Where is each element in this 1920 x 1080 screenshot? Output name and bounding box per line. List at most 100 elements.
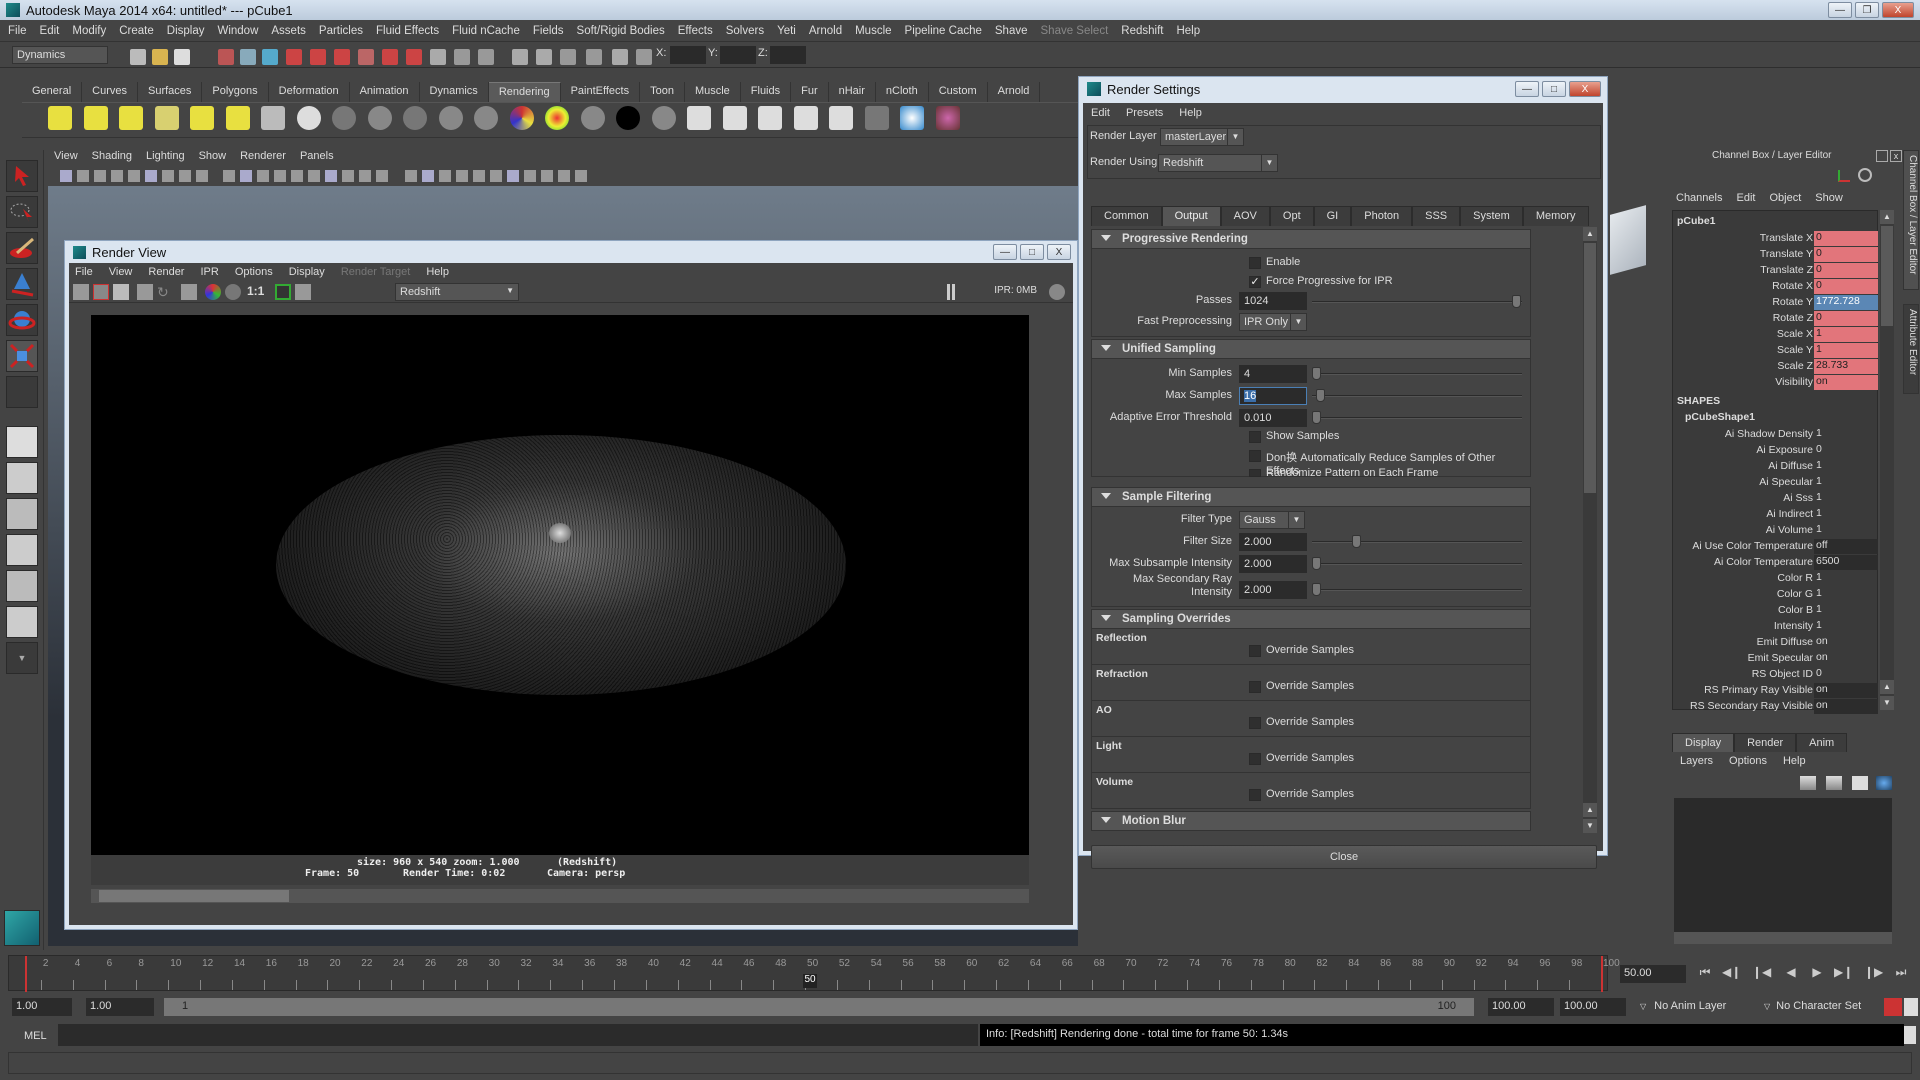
menu-window[interactable]: Window: [217, 25, 258, 37]
layer-menu-help[interactable]: Help: [1783, 755, 1806, 767]
tab-photon[interactable]: Photon: [1351, 206, 1413, 226]
min-samples-slider[interactable]: [1312, 367, 1522, 380]
menu-assets[interactable]: Assets: [271, 25, 306, 37]
channel-box-scrollbar[interactable]: ▲ ▲ ▼: [1880, 210, 1894, 710]
channel-value[interactable]: 1: [1814, 343, 1878, 358]
x-field[interactable]: [670, 46, 706, 64]
viewport-tool-icon[interactable]: [507, 170, 519, 182]
status-line-tool-icon[interactable]: [430, 49, 446, 65]
shelf-tab-general[interactable]: General: [22, 82, 83, 102]
menu-effects[interactable]: Effects: [678, 25, 713, 37]
menu-arnold[interactable]: Arnold: [809, 25, 842, 37]
adaptive-error-threshold-slider[interactable]: [1312, 411, 1522, 424]
show-samples-checkbox[interactable]: [1249, 431, 1261, 443]
menu-shave-select[interactable]: Shave Select: [1041, 25, 1109, 37]
shelf-tab-painteffects[interactable]: PaintEffects: [561, 82, 641, 102]
rv-menu-file[interactable]: File: [75, 266, 93, 278]
status-line-tool-icon[interactable]: [240, 49, 256, 65]
rv-minimize-button[interactable]: —: [993, 244, 1017, 260]
shape-attr-row[interactable]: Ai Indirect 1: [1673, 507, 1879, 523]
shape-attr-value[interactable]: 1: [1814, 491, 1878, 506]
section-motion-blur[interactable]: Motion Blur: [1091, 811, 1531, 831]
rv-menu-display[interactable]: Display: [289, 266, 325, 278]
status-line-tool-icon[interactable]: [262, 49, 278, 65]
viewport-tool-icon[interactable]: [342, 170, 354, 182]
menu-particles[interactable]: Particles: [319, 25, 363, 37]
play-forwards-icon[interactable]: ▶: [1808, 965, 1826, 983]
tab-aov[interactable]: AOV: [1220, 206, 1270, 226]
slider-handle[interactable]: [1512, 295, 1521, 308]
override-samples-checkbox[interactable]: [1249, 717, 1261, 729]
step-back-key-icon[interactable]: ❙◀: [1752, 965, 1771, 983]
channel-value[interactable]: 0: [1814, 279, 1878, 294]
rv-menu-render[interactable]: Render: [148, 266, 184, 278]
move-tool-icon[interactable]: [6, 268, 38, 300]
shape-attr-row[interactable]: Ai Volume 1: [1673, 523, 1879, 539]
override-samples-checkbox[interactable]: [1249, 645, 1261, 657]
status-line-tool-icon[interactable]: [512, 49, 528, 65]
paint-select-tool-icon[interactable]: [6, 232, 38, 264]
tab-system[interactable]: System: [1460, 206, 1523, 226]
shape-attr-value[interactable]: 0: [1814, 667, 1878, 682]
fast-preprocessing-dropdown[interactable]: IPR Only ▼: [1239, 313, 1307, 331]
slider-handle[interactable]: [1312, 367, 1321, 380]
channel-row[interactable]: Rotate X0: [1673, 279, 1879, 295]
view-cube[interactable]: [1610, 205, 1646, 275]
shelf-tab-fur[interactable]: Fur: [791, 82, 829, 102]
max-subsample-intensity-field[interactable]: 2.000: [1239, 555, 1307, 573]
viewport-tool-icon[interactable]: [422, 170, 434, 182]
ipr-render-icon[interactable]: [137, 284, 153, 300]
viewport-menu-renderer[interactable]: Renderer: [240, 150, 286, 168]
menu-yeti[interactable]: Yeti: [777, 25, 796, 37]
menu-muscle[interactable]: Muscle: [855, 25, 891, 37]
scroll-down-icon[interactable]: ▼: [1880, 696, 1894, 710]
key-icon[interactable]: [1858, 168, 1872, 182]
channel-row[interactable]: Rotate Y 1772.728: [1673, 295, 1879, 311]
shape-attr-value[interactable]: 6500: [1814, 555, 1878, 570]
viewport-tool-icon[interactable]: [490, 170, 502, 182]
viewport-tool-icon[interactable]: [456, 170, 468, 182]
shelf-tool-icon[interactable]: [651, 106, 676, 130]
layer-menu-layers[interactable]: Layers: [1680, 755, 1713, 767]
override-samples-checkbox[interactable]: [1249, 753, 1261, 765]
step-forward-key-icon[interactable]: ▶❙: [1834, 965, 1853, 983]
status-line-tool-icon[interactable]: [358, 49, 374, 65]
scroll-up-icon[interactable]: ▲: [1583, 227, 1597, 241]
shape-attr-value[interactable]: 1: [1814, 587, 1878, 602]
shape-attr-value[interactable]: on: [1814, 651, 1878, 666]
menu-solvers[interactable]: Solvers: [726, 25, 764, 37]
status-line-tool-icon[interactable]: [382, 49, 398, 65]
status-line-tool-icon[interactable]: [152, 49, 168, 65]
close-button[interactable]: X: [1882, 2, 1914, 18]
menu-pipeline-cache[interactable]: Pipeline Cache: [905, 25, 982, 37]
auto-key-icon[interactable]: [1884, 998, 1902, 1016]
tab-gi[interactable]: GI: [1313, 206, 1352, 226]
filter-size-slider[interactable]: [1312, 535, 1522, 548]
step-back-frame-icon[interactable]: ◀❙: [1722, 965, 1741, 983]
rs-minimize-button[interactable]: —: [1515, 81, 1539, 97]
rv-close-button[interactable]: X: [1047, 244, 1071, 260]
status-line-tool-icon[interactable]: [636, 49, 652, 65]
status-line-tool-icon[interactable]: [286, 49, 302, 65]
animation-prefs-icon[interactable]: [1904, 998, 1918, 1016]
script-editor-icon[interactable]: [1904, 1026, 1916, 1044]
rv-menu-ipr[interactable]: IPR: [200, 266, 218, 278]
menu-modify[interactable]: Modify: [72, 25, 106, 37]
menu-soft-rigid-bodies[interactable]: Soft/Rigid Bodies: [577, 25, 665, 37]
shape-attr-row[interactable]: Ai Color Temperature 6500: [1673, 555, 1879, 571]
viewport-tool-icon[interactable]: [359, 170, 371, 182]
rv-menu-view[interactable]: View: [109, 266, 133, 278]
shelf-tab-ncloth[interactable]: nCloth: [876, 82, 929, 102]
rs-menu-help[interactable]: Help: [1179, 107, 1202, 119]
end-time-field[interactable]: 100.00: [1560, 998, 1626, 1016]
filter-size-field[interactable]: 2.000: [1239, 533, 1307, 551]
min-samples-field[interactable]: 4: [1239, 365, 1307, 383]
viewport-tool-icon[interactable]: [558, 170, 570, 182]
channel-row[interactable]: Scale Y1: [1673, 343, 1879, 359]
channel-row[interactable]: Translate X0: [1673, 231, 1879, 247]
viewport-tool-icon[interactable]: [473, 170, 485, 182]
override-samples-checkbox[interactable]: [1249, 789, 1261, 801]
layer-tab-display[interactable]: Display: [1672, 733, 1735, 752]
four-view-layout-icon[interactable]: [6, 462, 38, 494]
channel-box-menu-edit[interactable]: Edit: [1736, 192, 1755, 204]
